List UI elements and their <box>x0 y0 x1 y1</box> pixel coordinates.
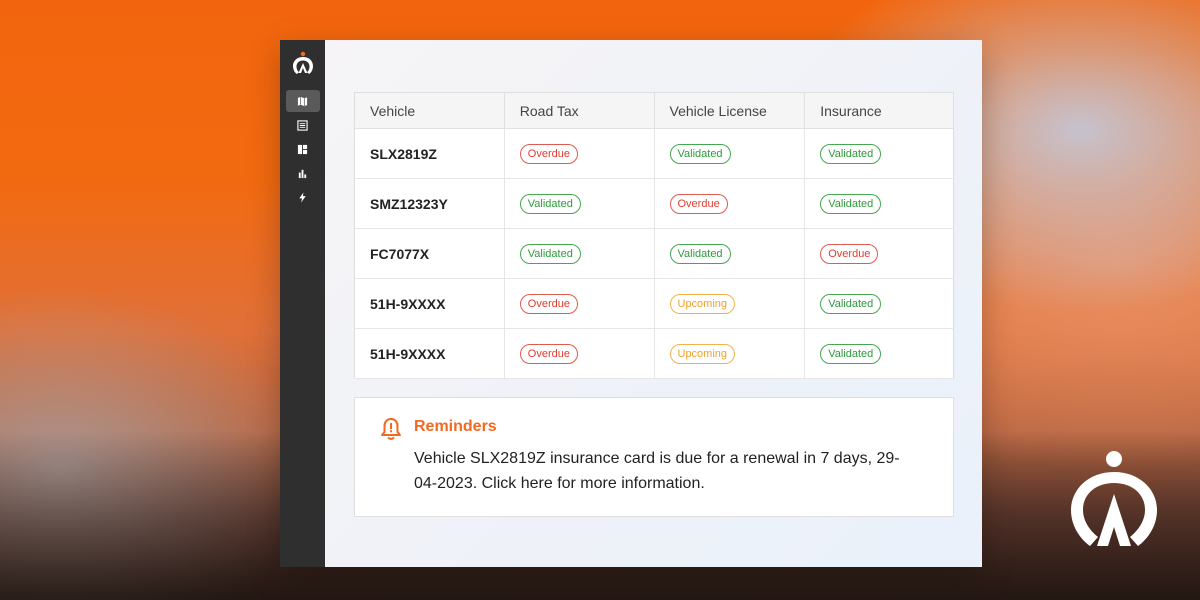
road-tax-cell: Overdue <box>504 278 655 329</box>
table-row[interactable]: FC7077X Validated Validated Overdue <box>354 228 954 279</box>
reminder-card: Reminders Vehicle SLX2819Z insurance car… <box>354 397 954 517</box>
vehicle-cell: FC7077X <box>354 228 505 279</box>
road-tax-cell: Validated <box>504 228 655 279</box>
status-badge: Overdue <box>820 243 879 264</box>
brand-logo-icon <box>1071 451 1157 546</box>
vehicle-license-cell: Upcoming <box>654 328 806 379</box>
insurance-cell: Validated <box>804 128 954 179</box>
status-badge: Validated <box>669 243 731 264</box>
vehicle-cell: 51H-9XXXX <box>354 278 505 329</box>
dashboard-icon <box>297 144 308 154</box>
vehicle-license-cell: Validated <box>654 128 806 179</box>
table-row[interactable]: 51H-9XXXX Overdue Upcoming Validated <box>354 278 954 329</box>
vehicle-cell: 51H-9XXXX <box>354 328 505 379</box>
status-badge: Upcoming <box>669 293 736 314</box>
app-logo-icon[interactable] <box>290 51 316 77</box>
vehicle-cell: SLX2819Z <box>354 128 505 179</box>
road-tax-cell: Overdue <box>504 128 655 179</box>
list-icon <box>297 119 308 131</box>
table-row[interactable]: SLX2819Z Overdue Validated Validated <box>354 128 954 179</box>
status-badge: Validated <box>669 143 731 164</box>
vehicle-cell: SMZ12323Y <box>354 178 505 229</box>
vehicle-license-cell: Validated <box>654 228 806 279</box>
vehicle-license-cell: Overdue <box>654 178 806 229</box>
insurance-cell: Validated <box>804 278 954 329</box>
table-row[interactable]: SMZ12323Y Validated Overdue Validated <box>354 178 954 229</box>
vehicle-status-table: Vehicle Road Tax Vehicle License Insuran… <box>354 92 954 379</box>
bell-icon <box>381 418 401 440</box>
status-badge: Overdue <box>669 193 728 214</box>
vehicle-license-cell: Upcoming <box>654 278 806 329</box>
lightning-icon <box>299 191 306 203</box>
status-badge: Upcoming <box>669 343 736 364</box>
sidebar-item-list[interactable] <box>286 114 320 136</box>
sidebar-item-map[interactable] <box>285 90 320 112</box>
sidebar <box>280 40 325 567</box>
road-tax-cell: Validated <box>504 178 655 229</box>
column-header-insurance[interactable]: Insurance <box>804 92 954 129</box>
status-badge: Validated <box>820 343 882 364</box>
sidebar-item-dashboard[interactable] <box>286 138 320 160</box>
sidebar-item-reports[interactable] <box>286 162 320 184</box>
reminder-title: Reminders <box>414 418 497 435</box>
road-tax-cell: Overdue <box>504 328 655 379</box>
table-header-row: Vehicle Road Tax Vehicle License Insuran… <box>354 92 954 129</box>
bar-chart-icon <box>298 169 307 178</box>
status-badge: Validated <box>820 143 882 164</box>
table-row[interactable]: 51H-9XXXX Overdue Upcoming Validated <box>354 328 954 379</box>
status-badge: Overdue <box>519 143 578 164</box>
status-badge: Overdue <box>519 343 578 364</box>
app-window: Vehicle Road Tax Vehicle License Insuran… <box>280 40 982 567</box>
sidebar-item-alerts[interactable] <box>286 186 320 208</box>
status-badge: Validated <box>519 193 581 214</box>
table-body: SLX2819Z Overdue Validated Validated SMZ… <box>354 128 954 379</box>
insurance-cell: Validated <box>804 328 954 379</box>
status-badge: Validated <box>820 293 882 314</box>
column-header-road-tax[interactable]: Road Tax <box>504 92 655 129</box>
reminder-message[interactable]: Vehicle SLX2819Z insurance card is due f… <box>414 446 914 496</box>
insurance-cell: Overdue <box>804 228 954 279</box>
column-header-vehicle-license[interactable]: Vehicle License <box>654 92 806 129</box>
status-badge: Validated <box>820 193 882 214</box>
main-content: Vehicle Road Tax Vehicle License Insuran… <box>325 40 982 567</box>
insurance-cell: Validated <box>804 178 954 229</box>
map-icon <box>297 96 308 106</box>
status-badge: Overdue <box>519 293 578 314</box>
status-badge: Validated <box>519 243 581 264</box>
column-header-vehicle[interactable]: Vehicle <box>354 92 505 129</box>
